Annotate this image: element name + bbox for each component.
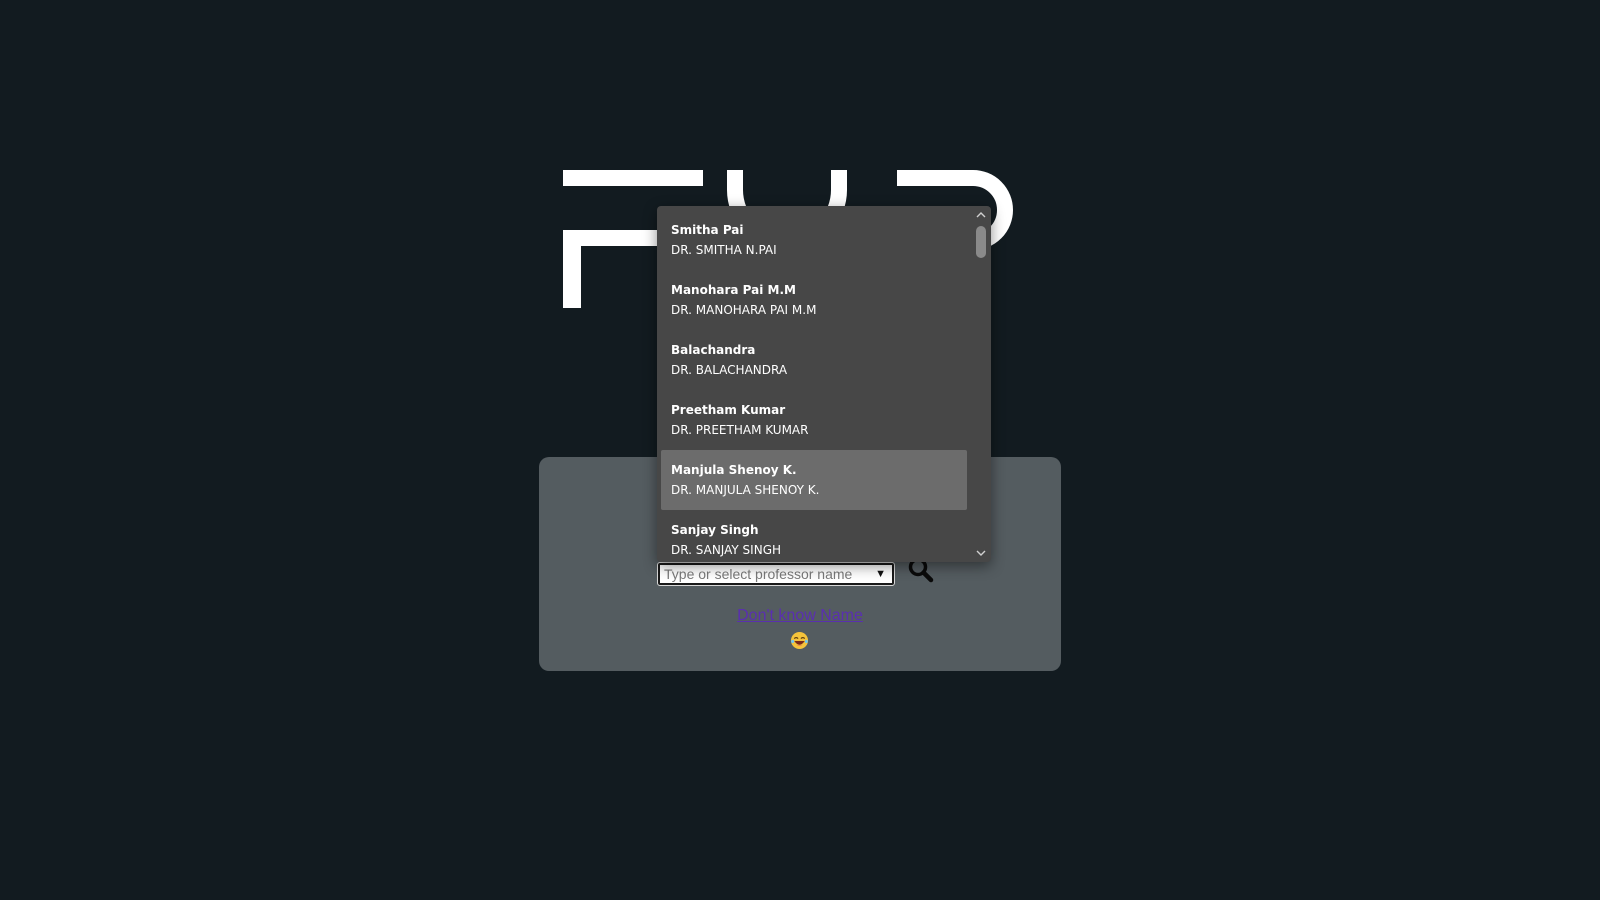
option-full-name: DR. PREETHAM KUMAR	[671, 423, 809, 437]
laughing-face-emoji-icon	[790, 631, 809, 650]
option-name: Manjula Shenoy K.	[671, 463, 797, 477]
list-item[interactable]: Manjula Shenoy K. DR. MANJULA SHENOY K.	[661, 450, 967, 510]
list-item[interactable]: Manohara Pai M.M DR. MANOHARA PAI M.M	[661, 270, 967, 330]
dropdown-scrollbar[interactable]	[971, 206, 991, 562]
option-name: Preetham Kumar	[671, 403, 786, 417]
option-name: Smitha Pai	[671, 223, 744, 237]
list-item[interactable]: Preetham Kumar DR. PREETHAM KUMAR	[661, 390, 967, 450]
scrollbar-thumb[interactable]	[976, 226, 986, 258]
option-full-name: DR. SMITHA N.PAI	[671, 243, 777, 257]
dont-know-name-container: Don't know Name	[0, 607, 1600, 625]
option-full-name: DR. MANJULA SHENOY K.	[671, 483, 820, 497]
chevron-down-icon[interactable]	[971, 546, 991, 560]
option-full-name: DR. SANJAY SINGH	[671, 543, 782, 557]
chevron-up-icon[interactable]	[971, 208, 991, 222]
option-full-name: DR. BALACHANDRA	[671, 363, 788, 377]
option-full-name: DR. MANOHARA PAI M.M	[671, 303, 817, 317]
professor-combobox[interactable]: ▼	[657, 562, 895, 586]
professor-dropdown-list[interactable]: Smitha Pai DR. SMITHA N.PAI Manohara Pai…	[657, 206, 991, 562]
option-list: Smitha Pai DR. SMITHA N.PAI Manohara Pai…	[661, 210, 967, 562]
list-item[interactable]: Balachandra DR. BALACHANDRA	[661, 330, 967, 390]
dont-know-name-link[interactable]: Don't know Name	[737, 607, 863, 624]
professor-search-input[interactable]	[660, 565, 864, 583]
chevron-down-icon[interactable]: ▼	[875, 566, 886, 582]
option-name: Sanjay Singh	[671, 523, 759, 537]
option-name: Balachandra	[671, 343, 756, 357]
list-item[interactable]: Sanjay Singh DR. SANJAY SINGH	[661, 510, 967, 562]
list-item[interactable]: Smitha Pai DR. SMITHA N.PAI	[661, 210, 967, 270]
option-name: Manohara Pai M.M	[671, 283, 796, 297]
